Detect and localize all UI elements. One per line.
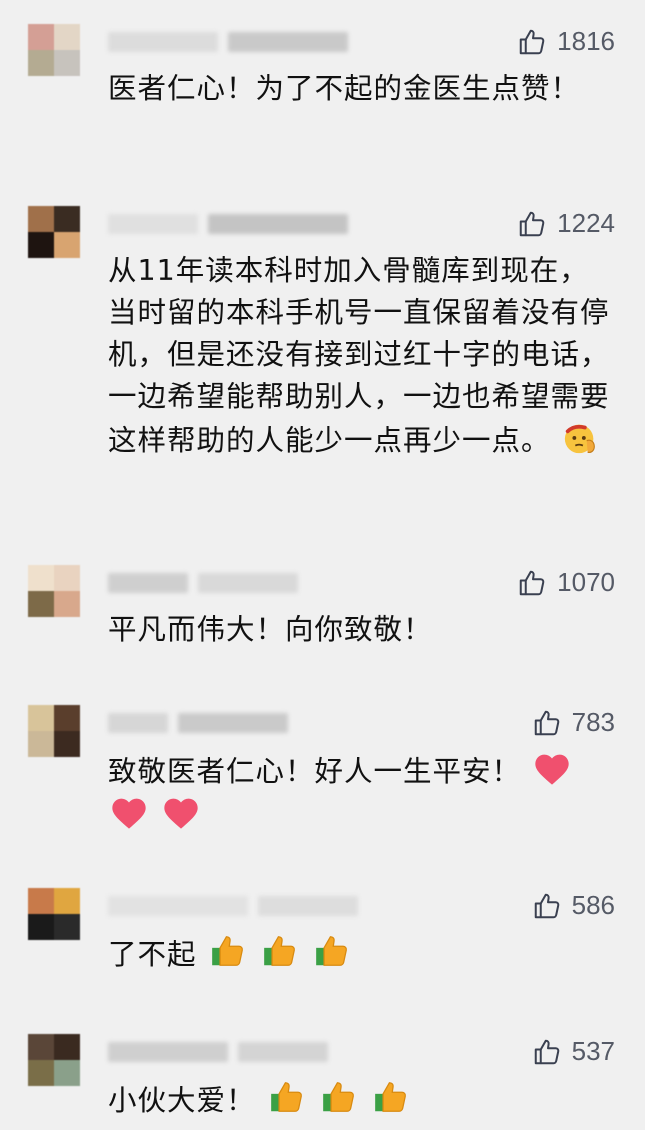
comment-text: 从11年读本科时加入骨髓库到现在，当时留的本科手机号一直保留着没有停机，但是还没… (108, 254, 610, 457)
comment-text: 医者仁心！为了不起的金医生点赞！ (108, 72, 581, 105)
username-blurred[interactable] (108, 214, 348, 234)
thumbs-up-icon (534, 710, 559, 735)
thumbs-up-emoji (208, 932, 248, 970)
username-blurred[interactable] (108, 896, 358, 916)
like-button[interactable]: 1070 (517, 567, 615, 598)
avatar[interactable] (28, 24, 80, 76)
thumbs-up-icon (534, 893, 559, 918)
thumbs-up-emoji (312, 932, 352, 970)
heart-emoji (532, 749, 572, 787)
comment-text: 小伙大爱！ (108, 1078, 618, 1122)
avatar[interactable] (28, 705, 80, 757)
thumbs-up-icon (519, 29, 545, 54)
username-blurred[interactable] (108, 32, 348, 52)
like-count: 1816 (557, 26, 615, 56)
like-button[interactable]: 586 (532, 890, 615, 921)
username-blurred[interactable] (108, 713, 288, 733)
thumbs-up-icon (534, 1039, 559, 1064)
username-blurred[interactable] (108, 573, 298, 593)
like-button[interactable]: 783 (532, 707, 615, 738)
heart-emoji (161, 793, 201, 831)
like-count: 586 (571, 890, 615, 920)
comment-text: 了不起 (108, 932, 618, 976)
like-button[interactable]: 537 (532, 1036, 615, 1067)
thumbs-up-emoji (371, 1078, 411, 1116)
thumbs-up-icon (519, 570, 545, 595)
like-count: 1224 (557, 208, 615, 238)
avatar[interactable] (28, 206, 80, 258)
avatar[interactable] (28, 1034, 80, 1086)
username-blurred[interactable] (108, 1042, 328, 1062)
like-count: 1070 (557, 567, 615, 597)
thumbs-up-emoji (260, 932, 300, 970)
like-count: 783 (571, 707, 615, 737)
like-button[interactable]: 1224 (517, 208, 615, 239)
comment-text: 平凡而伟大！向你致敬！ (108, 613, 433, 646)
like-button[interactable]: 1816 (517, 26, 615, 57)
like-count: 537 (571, 1036, 615, 1066)
avatar[interactable] (28, 565, 80, 617)
heart-emoji (109, 793, 149, 831)
comment-text: 致敬医者仁心！好人一生平安！ (108, 749, 618, 837)
avatar[interactable] (28, 888, 80, 940)
thumbs-up-emoji (319, 1078, 359, 1116)
saluting-face-emoji (562, 418, 600, 456)
thumbs-up-emoji (267, 1078, 307, 1116)
thumbs-up-icon (519, 211, 545, 236)
